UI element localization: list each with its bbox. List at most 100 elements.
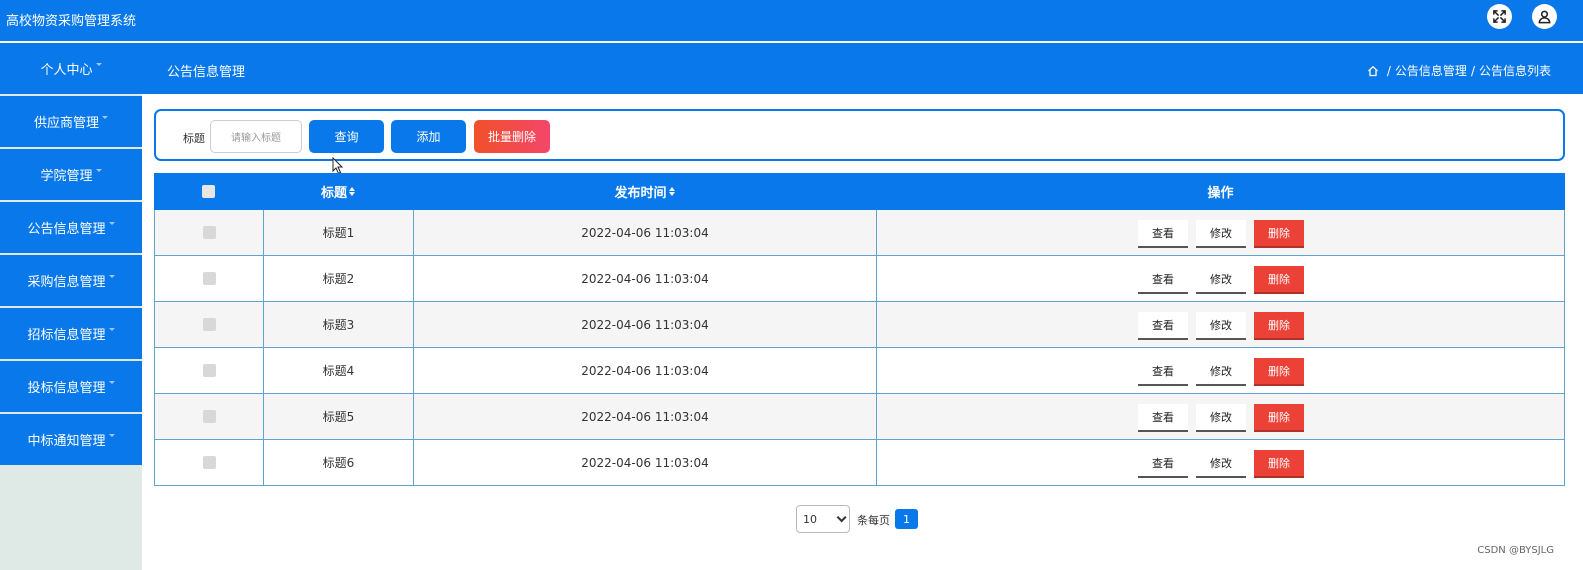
breadcrumb-item-current: 公告信息列表: [1478, 64, 1551, 78]
title-cell: 标题4: [264, 348, 414, 393]
home-icon[interactable]: [1367, 65, 1379, 77]
table-row: 标题1 2022-04-06 11:03:04 查看 修改 删除: [154, 210, 1565, 256]
select-all-checkbox[interactable]: [202, 185, 215, 198]
publish-time-cell: 2022-04-06 11:03:04: [414, 302, 877, 347]
view-button[interactable]: 查看: [1138, 220, 1188, 248]
header-actions: 操作: [876, 173, 1565, 210]
breadcrumb-item[interactable]: 公告信息管理: [1395, 62, 1467, 79]
column-time-label: 发布时间: [614, 186, 667, 201]
page-button-current[interactable]: 1: [895, 509, 918, 529]
sidebar-item-award-notice[interactable]: 中标通知管理: [0, 414, 142, 465]
publish-time-cell: 2022-04-06 11:03:04: [414, 348, 877, 393]
table-row: 标题5 2022-04-06 11:03:04 查看 修改 删除: [154, 394, 1565, 440]
caret-down-icon: [95, 63, 102, 66]
row-select-cell: [155, 302, 264, 347]
sidebar-item-label: 供应商管理: [33, 116, 99, 131]
caret-down-icon: [102, 116, 108, 119]
sidebar-item-label: 公告信息管理: [27, 222, 106, 237]
add-button[interactable]: 添加: [391, 120, 466, 153]
query-button[interactable]: 查询: [309, 120, 384, 153]
caret-down-icon: [108, 381, 115, 384]
table-header: 标题 发布时间 操作: [154, 173, 1565, 210]
delete-button[interactable]: 删除: [1254, 266, 1304, 294]
row-select-cell: [155, 348, 264, 393]
delete-button[interactable]: 删除: [1254, 450, 1304, 478]
caret-down-icon: [95, 169, 102, 172]
view-button[interactable]: 查看: [1138, 450, 1188, 478]
header-publish-time[interactable]: 发布时间: [413, 173, 876, 210]
caret-down-icon: [108, 434, 115, 437]
delete-button[interactable]: 删除: [1254, 358, 1304, 386]
publish-time-cell: 2022-04-06 11:03:04: [414, 440, 877, 485]
table-row: 标题4 2022-04-06 11:03:04 查看 修改 删除: [154, 348, 1565, 394]
edit-button[interactable]: 修改: [1196, 358, 1246, 386]
sidebar-item-announcement[interactable]: 公告信息管理: [0, 202, 142, 253]
sort-icon[interactable]: [668, 186, 675, 197]
view-button[interactable]: 查看: [1138, 358, 1188, 386]
title-cell: 标题1: [264, 210, 414, 255]
delete-button[interactable]: 删除: [1254, 404, 1304, 432]
edit-button[interactable]: 修改: [1196, 450, 1246, 478]
edit-button[interactable]: 修改: [1196, 220, 1246, 248]
caret-down-icon: [108, 328, 115, 331]
view-button[interactable]: 查看: [1138, 312, 1188, 340]
app-title: 高校物资采购管理系统: [6, 14, 137, 29]
sidebar-item-tender[interactable]: 招标信息管理: [0, 308, 142, 359]
title-cell: 标题2: [264, 256, 414, 301]
publish-time-cell: 2022-04-06 11:03:04: [414, 256, 877, 301]
sort-icon[interactable]: [349, 186, 355, 197]
row-select-cell: [155, 394, 264, 439]
sidebar-item-label: 投标信息管理: [27, 381, 106, 396]
row-select-cell: [155, 210, 264, 255]
sidebar-item-label: 学院管理: [40, 169, 93, 184]
sidebar-item-label: 招标信息管理: [27, 328, 106, 343]
row-checkbox[interactable]: [202, 318, 216, 331]
title-cell: 标题6: [264, 440, 414, 485]
view-button[interactable]: 查看: [1138, 266, 1188, 294]
edit-button[interactable]: 修改: [1196, 312, 1246, 340]
user-icon[interactable]: [1532, 4, 1557, 29]
fullscreen-icon[interactable]: [1487, 4, 1512, 29]
row-checkbox[interactable]: [202, 364, 216, 377]
publish-time-cell: 2022-04-06 11:03:04: [414, 210, 877, 255]
chevron-down-icon: [836, 512, 847, 523]
delete-button[interactable]: 删除: [1254, 220, 1304, 248]
row-select-cell: [155, 256, 264, 301]
sidebar-item-personal-center[interactable]: 个人中心: [0, 43, 142, 94]
title-cell: 标题5: [264, 394, 414, 439]
publish-time-cell: 2022-04-06 11:03:04: [414, 394, 877, 439]
title-cell: 标题3: [264, 302, 414, 347]
search-label: 标题: [183, 132, 205, 145]
header-title[interactable]: 标题: [263, 173, 413, 210]
title-search-input[interactable]: 请输入标题: [210, 120, 302, 153]
watermark: CSDN @BYSJLG: [1477, 545, 1554, 556]
search-form: 标题 请输入标题 查询 添加 批量删除: [154, 109, 1565, 161]
edit-button[interactable]: 修改: [1196, 404, 1246, 432]
breadcrumb-separator: /: [1386, 63, 1391, 78]
row-checkbox[interactable]: [202, 456, 216, 469]
sidebar-item-label: 采购信息管理: [27, 275, 106, 290]
page-size-select[interactable]: 10: [796, 505, 850, 533]
view-button[interactable]: 查看: [1138, 404, 1188, 432]
table-row: 标题6 2022-04-06 11:03:04 查看 修改 删除: [154, 440, 1565, 486]
sidebar-item-bid[interactable]: 投标信息管理: [0, 361, 142, 412]
table-row: 标题2 2022-04-06 11:03:04 查看 修改 删除: [154, 256, 1565, 302]
sidebar-item-college[interactable]: 学院管理: [0, 149, 142, 200]
batch-delete-button[interactable]: 批量删除: [474, 120, 550, 153]
row-checkbox[interactable]: [202, 410, 216, 423]
sidebar-item-label: 个人中心: [40, 63, 93, 78]
sidebar-item-supplier[interactable]: 供应商管理: [0, 96, 142, 147]
caret-down-icon: [108, 222, 115, 225]
header-select-all: [154, 173, 263, 210]
delete-button[interactable]: 删除: [1254, 312, 1304, 340]
caret-down-icon: [108, 275, 115, 278]
row-checkbox[interactable]: [202, 226, 216, 239]
sidebar-item-purchase[interactable]: 采购信息管理: [0, 255, 142, 306]
edit-button[interactable]: 修改: [1196, 266, 1246, 294]
page-title: 公告信息管理: [167, 65, 246, 80]
table-row: 标题3 2022-04-06 11:03:04 查看 修改 删除: [154, 302, 1565, 348]
row-checkbox[interactable]: [202, 272, 216, 285]
sidebar-item-label: 中标通知管理: [27, 434, 106, 449]
row-select-cell: [155, 440, 264, 485]
page-size-value: 10: [803, 512, 817, 526]
